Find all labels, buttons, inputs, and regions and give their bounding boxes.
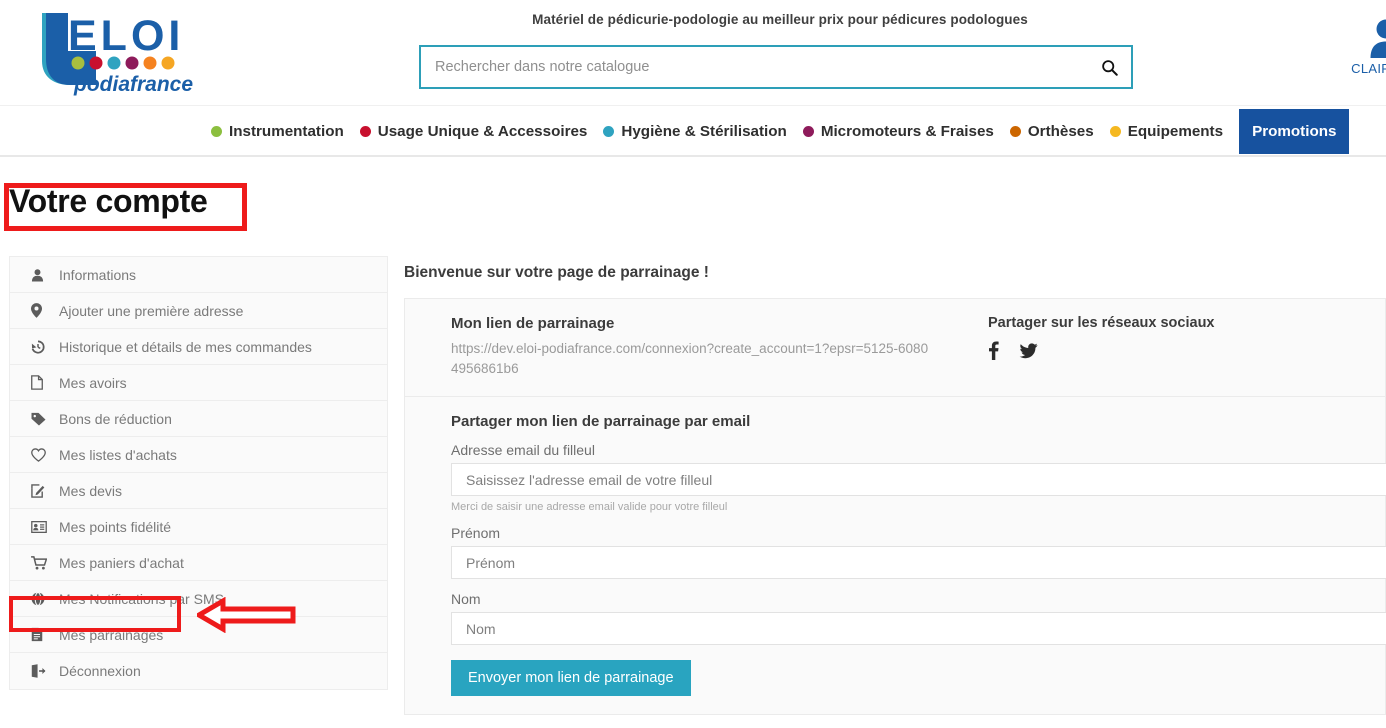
sidebar-item-label: Mes parrainages [59, 626, 164, 643]
sidebar-item-label: Ajouter une première adresse [59, 302, 244, 319]
email-field-label: Adresse email du filleul [451, 442, 595, 459]
referral-link-url[interactable]: https://dev.eloi-podiafrance.com/connexi… [451, 339, 931, 378]
account-sidebar: Informations Ajouter une première adress… [9, 256, 388, 690]
social-share-block: Partager sur les réseaux sociaux [988, 315, 1318, 360]
sidebar-item-notifications-sms[interactable]: Mes Notifications par SMS [10, 581, 387, 617]
nav-item-instrumentation[interactable]: Instrumentation [203, 106, 352, 157]
referral-welcome-heading: Bienvenue sur votre page de parrainage ! [404, 264, 709, 281]
document-icon [31, 627, 50, 642]
svg-text:podiafrance: podiafrance [73, 73, 193, 96]
sidebar-item-label: Mes points fidélité [59, 518, 172, 535]
lastname-field-label: Nom [451, 591, 481, 608]
heart-icon [31, 447, 50, 462]
user-icon [31, 268, 50, 282]
account-widget[interactable]: CLAIRE TE [1326, 18, 1386, 76]
edit-square-icon [31, 483, 50, 498]
sidebar-item-label: Déconnexion [59, 663, 141, 679]
page-body: Informations Ajouter une première adress… [0, 256, 1386, 728]
sidebar-item-deconnexion[interactable]: Déconnexion [10, 653, 387, 689]
site-header: ELOI podiafrance Matériel de pédicurie-p… [0, 0, 1386, 106]
sidebar-item-label: Mes listes d'achats [59, 446, 177, 463]
sidebar-item-informations[interactable]: Informations [10, 257, 387, 293]
site-logo[interactable]: ELOI podiafrance [8, 5, 258, 100]
email-share-title: Partager mon lien de parrainage par emai… [451, 413, 751, 431]
nav-item-label: Hygiène & Stérilisation [621, 123, 787, 140]
sidebar-item-points-fidelite[interactable]: Mes points fidélité [10, 509, 387, 545]
search-button[interactable] [1093, 52, 1125, 82]
user-icon [1370, 19, 1386, 58]
sidebar-item-paniers-achat[interactable]: Mes paniers d'achat [10, 545, 387, 581]
nav-item-hygiene[interactable]: Hygiène & Stérilisation [595, 106, 794, 157]
page-title-zone: Votre compte [0, 157, 1386, 256]
nav-item-label: Orthèses [1027, 123, 1094, 140]
account-name: CLAIRE TE [1351, 61, 1386, 76]
category-dot-icon [359, 126, 371, 137]
email-field[interactable] [451, 463, 1386, 497]
logo-graphic: ELOI podiafrance [20, 12, 193, 96]
send-referral-link-button[interactable]: Envoyer mon lien de parrainage [451, 660, 691, 697]
account-main-content: Bienvenue sur votre page de parrainage !… [404, 256, 1386, 716]
site-tagline: Matériel de pédicurie-podologie au meill… [532, 12, 1028, 27]
page-title: Votre compte [9, 183, 208, 219]
nav-item-label: Equipements [1127, 123, 1224, 140]
search-icon [1101, 59, 1118, 76]
sidebar-item-label: Mes paniers d'achat [59, 554, 184, 571]
email-share-section: Partager mon lien de parrainage par emai… [405, 397, 1386, 716]
nav-item-label: Micromoteurs & Fraises [820, 123, 994, 140]
lastname-field[interactable] [451, 612, 1386, 646]
sidebar-item-listes-achats[interactable]: Mes listes d'achats [10, 437, 387, 473]
sidebar-item-mes-parrainages[interactable]: Mes parrainages [10, 617, 387, 653]
map-pin-icon [31, 303, 50, 318]
nav-item-usage-unique[interactable]: Usage Unique & Accessoires [352, 106, 596, 157]
sidebar-item-historique-commandes[interactable]: Historique et détails de mes commandes [10, 329, 387, 365]
category-dot-icon [802, 126, 814, 137]
search-input[interactable] [421, 47, 1091, 87]
category-dot-icon [1009, 126, 1021, 137]
category-dot-icon [603, 126, 615, 137]
svg-text:ELOI: ELOI [68, 12, 184, 60]
firstname-field-label: Prénom [451, 525, 501, 542]
nav-item-label: Instrumentation [229, 123, 344, 140]
category-dot-icon [1109, 126, 1121, 137]
nav-item-label: Usage Unique & Accessoires [377, 123, 588, 140]
email-field-hint: Merci de saisir une adresse email valide… [451, 501, 728, 514]
category-nav: Instrumentation Usage Unique & Accessoir… [0, 106, 1386, 157]
id-card-icon [31, 520, 50, 533]
sidebar-item-mes-devis[interactable]: Mes devis [10, 473, 387, 509]
twitter-icon[interactable] [1019, 342, 1038, 359]
tag-icon [31, 412, 50, 426]
category-dot-icon [211, 126, 222, 137]
shopping-cart-icon [31, 555, 50, 570]
sidebar-item-label: Mes avoirs [59, 374, 127, 391]
search-box[interactable] [419, 45, 1133, 89]
social-share-title: Partager sur les réseaux sociaux [988, 315, 1215, 331]
sidebar-item-bons-reduction[interactable]: Bons de réduction [10, 401, 387, 437]
file-icon [31, 375, 50, 390]
nav-item-micromoteurs[interactable]: Micromoteurs & Fraises [795, 106, 1002, 157]
category-nav-list: Instrumentation Usage Unique & Accessoir… [203, 106, 1350, 157]
sidebar-item-label: Informations [59, 266, 137, 283]
globe-icon [31, 591, 50, 606]
sidebar-item-mes-avoirs[interactable]: Mes avoirs [10, 365, 387, 401]
sidebar-item-label: Mes Notifications par SMS [59, 590, 224, 607]
sidebar-item-ajouter-adresse[interactable]: Ajouter une première adresse [10, 293, 387, 329]
sidebar-item-label: Bons de réduction [59, 410, 172, 427]
referral-card: Mon lien de parrainage https://dev.eloi-… [404, 298, 1386, 716]
sidebar-item-label: Historique et détails de mes commandes [59, 338, 312, 355]
social-share-icons [988, 341, 1318, 360]
nav-item-partheses[interactable]: Orthèses [1002, 106, 1102, 157]
firstname-field[interactable] [451, 546, 1386, 580]
logout-icon [31, 664, 50, 678]
referral-link-section: Mon lien de parrainage https://dev.eloi-… [405, 299, 1385, 398]
nav-item-equipements[interactable]: Equipements [1102, 106, 1231, 157]
history-icon [31, 339, 50, 354]
sidebar-item-label: Mes devis [59, 482, 123, 499]
nav-item-promotions[interactable]: Promotions [1239, 109, 1350, 154]
facebook-icon[interactable] [988, 341, 999, 360]
